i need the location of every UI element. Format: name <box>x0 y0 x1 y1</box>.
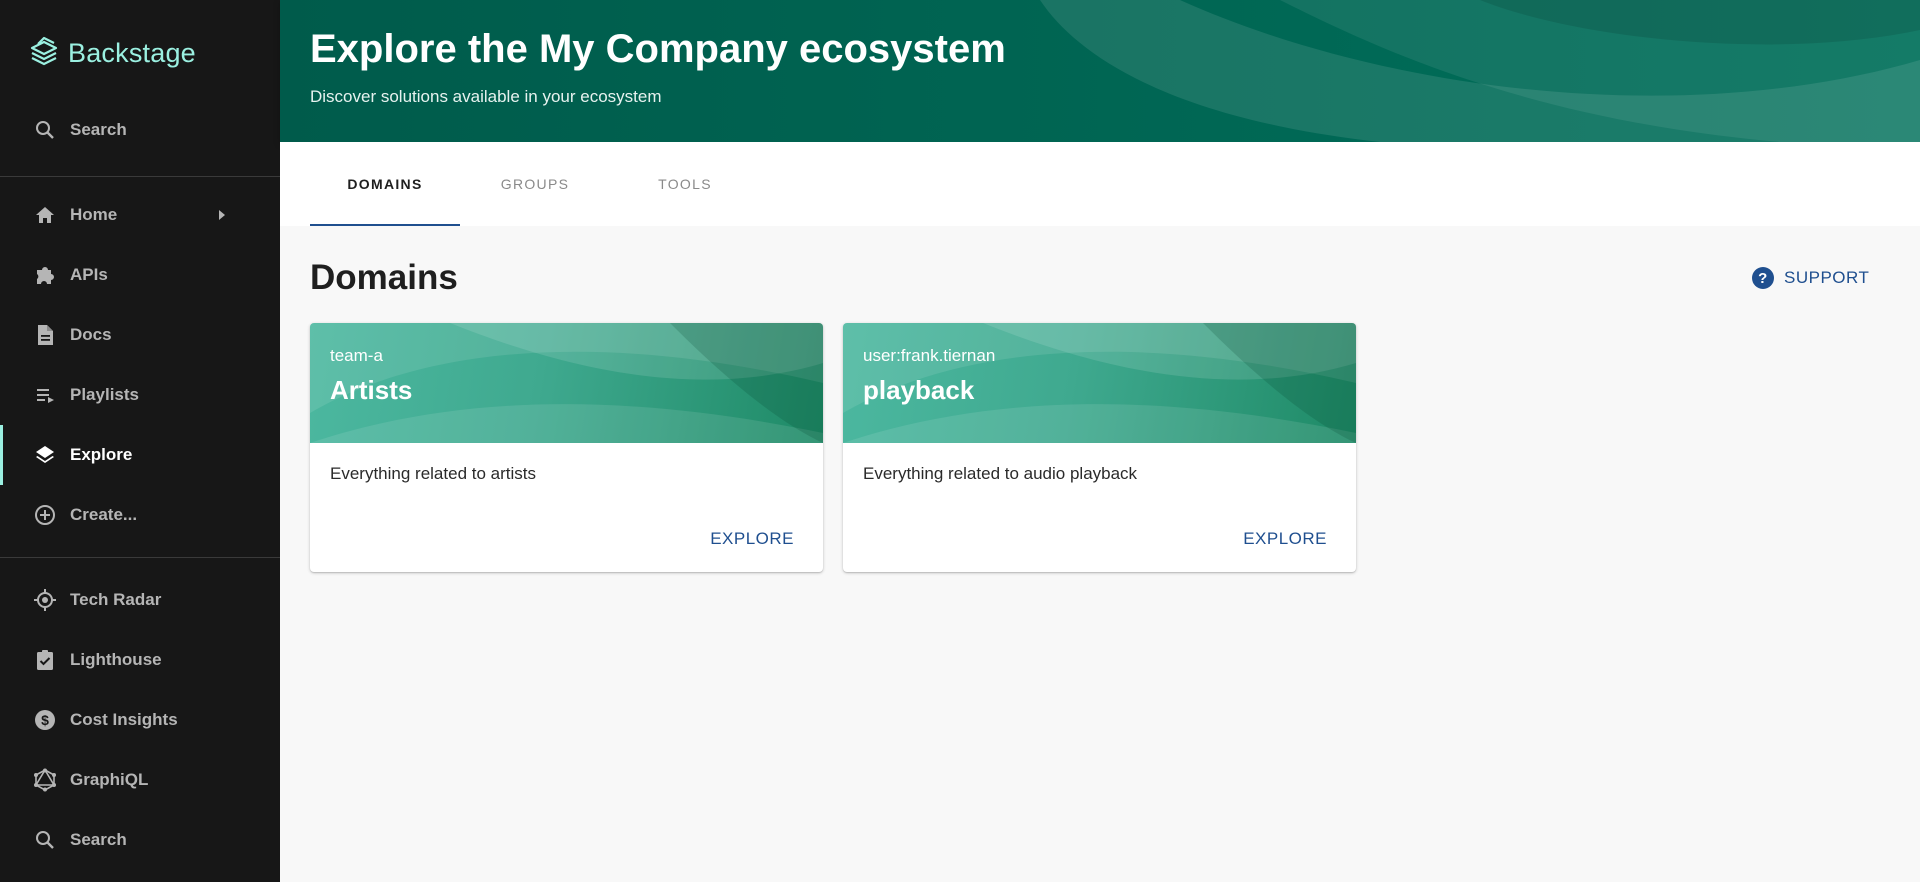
domain-card-artists: team-a Artists Everything related to art… <box>310 323 823 572</box>
section-title: Domains <box>310 258 458 297</box>
card-description: Everything related to artists <box>330 464 536 483</box>
sidebar-item-label: Cost Insights <box>70 710 178 729</box>
dollar-icon: $ <box>33 708 57 732</box>
card-header: team-a Artists <box>310 323 823 443</box>
sidebar-item-label: Search <box>70 830 127 849</box>
card-description: Everything related to audio playback <box>863 464 1138 483</box>
sidebar-divider <box>0 176 280 177</box>
sidebar-item-label: Lighthouse <box>70 650 162 669</box>
page-header: Explore the My Company ecosystem Discove… <box>280 0 1920 142</box>
sidebar-item-label: Tech Radar <box>70 590 162 609</box>
backstage-logo[interactable]: Backstage <box>28 34 196 73</box>
explore-button[interactable]: EXPLORE <box>1243 529 1327 549</box>
tab-groups[interactable]: GROUPS <box>460 142 610 226</box>
svg-text:$: $ <box>41 712 49 728</box>
card-title: playback <box>863 375 975 405</box>
sidebar-item-label: Docs <box>70 325 112 344</box>
sidebar-item-explore[interactable]: Explore <box>0 425 280 485</box>
sidebar-item-label: Home <box>70 205 118 224</box>
tab-label: DOMAINS <box>347 176 423 192</box>
sidebar-divider <box>0 557 280 558</box>
page-subtitle: Discover solutions available in your eco… <box>310 87 662 106</box>
sidebar-item-lighthouse[interactable]: Lighthouse <box>0 630 280 690</box>
puzzle-icon <box>33 263 57 287</box>
support-button[interactable]: ? SUPPORT <box>1752 267 1869 289</box>
card-owner: user:frank.tiernan <box>863 346 996 365</box>
app-name: Backstage <box>68 38 196 68</box>
sidebar-search-label: Search <box>70 120 127 139</box>
sidebar-item-search[interactable]: Search <box>0 810 280 870</box>
sidebar-item-label: Create... <box>70 505 138 524</box>
active-indicator <box>0 425 3 485</box>
support-label: SUPPORT <box>1784 268 1870 287</box>
tab-label: GROUPS <box>500 176 570 192</box>
clipboard-check-icon <box>33 648 57 672</box>
document-icon <box>33 323 57 347</box>
home-icon <box>33 203 57 227</box>
caret-right-icon[interactable] <box>218 203 228 227</box>
sidebar-item-cost-insights[interactable]: $ Cost Insights <box>0 690 280 750</box>
tab-domains[interactable]: DOMAINS <box>310 142 460 226</box>
search-icon <box>33 828 57 852</box>
sidebar-item-label: Playlists <box>70 385 139 404</box>
card-title: Artists <box>330 375 413 405</box>
radar-icon <box>33 588 57 612</box>
tab-label: TOOLS <box>658 176 712 192</box>
sidebar-item-label: APIs <box>70 265 108 284</box>
help-icon: ? <box>1752 267 1774 289</box>
card-owner: team-a <box>330 346 383 365</box>
page-title: Explore the My Company ecosystem <box>310 27 1006 71</box>
sidebar-item-create[interactable]: Create... <box>0 485 280 545</box>
tab-tools[interactable]: TOOLS <box>610 142 760 226</box>
sidebar-item-label: GraphiQL <box>70 770 149 789</box>
sidebar-item-label: Explore <box>70 445 133 464</box>
tab-bar: DOMAINS GROUPS TOOLS <box>280 142 1920 226</box>
tab-active-indicator <box>310 224 460 226</box>
sidebar-item-playlists[interactable]: Playlists <box>0 365 280 425</box>
add-circle-icon <box>33 503 57 527</box>
sidebar-item-docs[interactable]: Docs <box>0 305 280 365</box>
graphql-icon <box>33 768 57 792</box>
backstage-logo-icon <box>28 34 60 73</box>
sidebar-item-tech-radar[interactable]: Tech Radar <box>0 570 280 630</box>
playlist-icon <box>33 383 57 407</box>
layers-icon <box>33 443 57 467</box>
explore-button[interactable]: EXPLORE <box>710 529 794 549</box>
card-header: user:frank.tiernan playback <box>843 323 1356 443</box>
sidebar-item-home[interactable]: Home <box>0 185 280 245</box>
sidebar-search[interactable]: Search <box>0 100 280 160</box>
sidebar-item-apis[interactable]: APIs <box>0 245 280 305</box>
sidebar: Backstage Search Home APIs Docs Playlist… <box>0 0 280 882</box>
search-icon <box>33 118 57 142</box>
sidebar-item-graphiql[interactable]: GraphiQL <box>0 750 280 810</box>
domain-card-playback: user:frank.tiernan playback Everything r… <box>843 323 1356 572</box>
